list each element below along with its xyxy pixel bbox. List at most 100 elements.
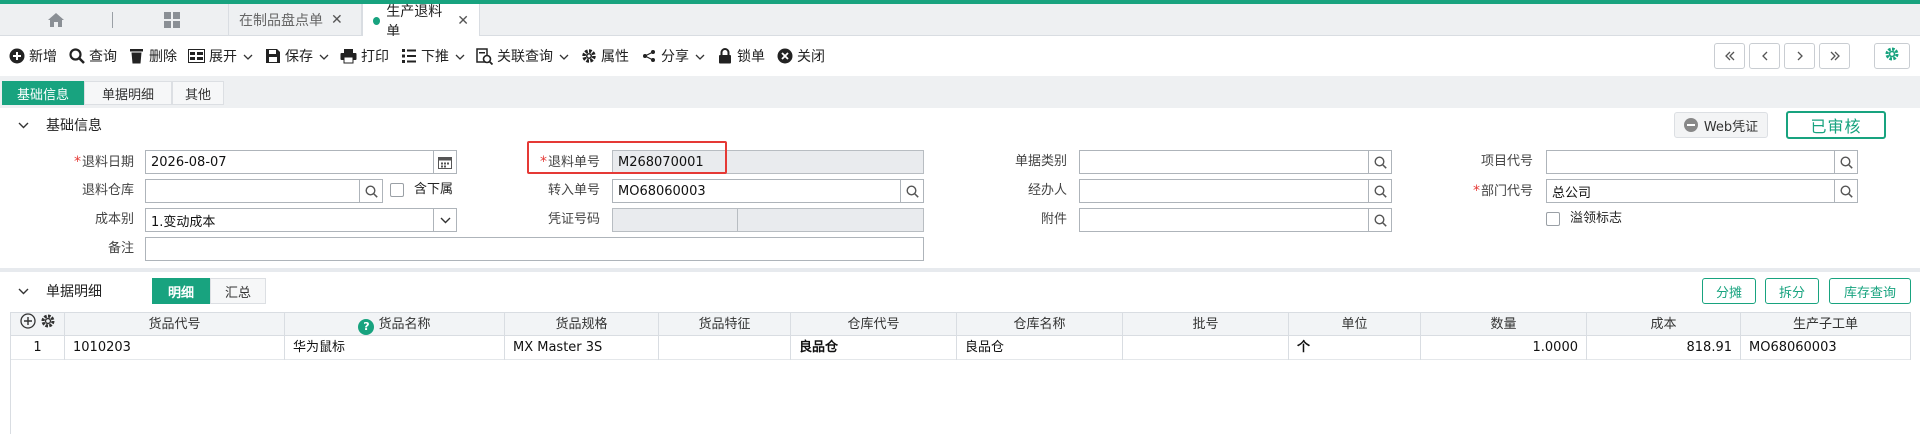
doc-type-input[interactable] <box>1079 150 1392 174</box>
stock-query-button[interactable]: 库存查询 <box>1829 278 1911 304</box>
col-warehouse-code[interactable]: 仓库代号 <box>791 313 957 337</box>
calendar-icon[interactable] <box>433 150 457 174</box>
tab-wip-inventory[interactable]: 在制品盘点单 ✕ <box>228 4 362 36</box>
chevron-down-icon[interactable] <box>433 208 457 232</box>
cell-qty[interactable]: 1.0000 <box>1421 336 1587 360</box>
properties-label: 属性 <box>601 49 629 65</box>
col-cost[interactable]: 成本 <box>1587 313 1741 337</box>
cost-type-select[interactable]: 1.变动成本 <box>145 208 457 232</box>
printer-icon <box>340 48 357 65</box>
dept-code-input[interactable]: 总公司 <box>1546 179 1858 203</box>
close-icon[interactable]: ✕ <box>331 12 343 28</box>
transfer-no-input[interactable]: MO68060003 <box>612 179 924 203</box>
tab-production-return[interactable]: 生产退料单 ✕ <box>362 4 480 40</box>
search-icon[interactable] <box>1368 208 1392 232</box>
split-button[interactable]: 拆分 <box>1765 278 1819 304</box>
form-subtabs: 基础信息 单据明细 其他 <box>0 76 1920 108</box>
search-icon[interactable] <box>900 179 924 203</box>
detail-summary-toggle: 明细 汇总 <box>152 278 266 304</box>
tab-strip-divider <box>112 12 113 28</box>
record-pager <box>1710 43 1850 69</box>
share-button[interactable]: 分享 <box>636 42 712 70</box>
previous-record-button[interactable] <box>1749 43 1780 69</box>
add-row-icon[interactable] <box>19 313 36 337</box>
gear-icon[interactable] <box>40 313 56 337</box>
close-button[interactable]: 关闭 <box>772 42 832 70</box>
print-button[interactable]: 打印 <box>336 42 396 70</box>
col-item-name[interactable]: ? 货品名称 <box>285 313 505 337</box>
col-spec[interactable]: 货品规格 <box>505 313 659 337</box>
handler-input[interactable] <box>1079 179 1392 203</box>
cell-spec[interactable]: MX Master 3S <box>505 336 659 360</box>
overdraw-checkbox[interactable] <box>1546 212 1560 226</box>
cell-batch[interactable] <box>1123 336 1289 360</box>
lock-button[interactable]: 锁单 <box>712 42 772 70</box>
cell-item-code[interactable]: 1010203 <box>65 336 285 360</box>
project-code-input[interactable] <box>1546 150 1858 174</box>
tab-doc-detail[interactable]: 单据明细 <box>84 81 172 105</box>
search-icon[interactable] <box>1834 150 1858 174</box>
remark-input[interactable] <box>145 237 924 261</box>
new-button[interactable]: 新增 <box>4 42 64 70</box>
delete-button[interactable]: 删除 <box>124 42 184 70</box>
return-warehouse-input[interactable] <box>145 179 383 203</box>
cell-sub-order[interactable]: MO68060003 <box>1741 336 1911 360</box>
search-icon[interactable] <box>1368 179 1392 203</box>
detail-section-header[interactable]: 单据明细 <box>0 275 1920 307</box>
cell-item-name[interactable]: 华为鼠标 <box>285 336 505 360</box>
doc-type-label: 单据类别 <box>1014 154 1067 169</box>
summary-toggle-button[interactable]: 汇总 <box>210 278 266 304</box>
dept-code-value: 总公司 <box>1552 185 1592 201</box>
query-button[interactable]: 查询 <box>64 42 124 70</box>
linked-query-button[interactable]: 关联查询 <box>472 42 576 70</box>
status-label: 已审核 <box>1810 117 1862 136</box>
search-icon[interactable] <box>1368 150 1392 174</box>
expand-button[interactable]: 展开 <box>184 42 260 70</box>
col-batch[interactable]: 批号 <box>1123 313 1289 337</box>
voucher-no-input-2[interactable] <box>737 208 924 232</box>
allocate-button[interactable]: 分摊 <box>1702 278 1756 304</box>
first-record-button[interactable] <box>1714 43 1745 69</box>
home-icon[interactable] <box>40 8 72 32</box>
next-record-button[interactable] <box>1784 43 1815 69</box>
col-feature[interactable]: 货品特征 <box>659 313 791 337</box>
voucher-no-input[interactable] <box>612 208 738 232</box>
save-button[interactable]: 保存 <box>260 42 336 70</box>
table-row[interactable]: 1 1010203 华为鼠标 MX Master 3S 良品仓 良品仓 个 1.… <box>11 336 1911 360</box>
grid-header: 货品代号 ? 货品名称 货品规格 货品特征 仓库代号 仓库名称 批号 单位 数量 … <box>11 312 1911 337</box>
app-grid-icon[interactable] <box>156 8 188 32</box>
search-icon[interactable] <box>1834 179 1858 203</box>
cell-cost[interactable]: 818.91 <box>1587 336 1741 360</box>
cell-warehouse-name[interactable]: 良品仓 <box>957 336 1123 360</box>
web-voucher-label: Web凭证 <box>1703 119 1759 135</box>
return-date-input[interactable]: 2026-08-07 <box>145 150 457 174</box>
push-down-button[interactable]: 下推 <box>396 42 472 70</box>
attachment-input[interactable] <box>1079 208 1392 232</box>
transfer-no-value: MO68060003 <box>618 183 706 199</box>
section-title: 单据明细 <box>46 284 102 300</box>
last-record-button[interactable] <box>1819 43 1850 69</box>
search-icon[interactable] <box>359 179 383 203</box>
lock-label: 锁单 <box>737 49 765 65</box>
cell-warehouse-code[interactable]: 良品仓 <box>791 336 957 360</box>
basic-info-section-header[interactable]: 基础信息 <box>0 109 1920 141</box>
col-sub-order[interactable]: 生产子工单 <box>1741 313 1911 337</box>
return-date-value: 2026-08-07 <box>151 154 227 170</box>
col-warehouse-name[interactable]: 仓库名称 <box>957 313 1123 337</box>
cell-feature[interactable] <box>659 336 791 360</box>
cell-unit[interactable]: 个 <box>1289 336 1421 360</box>
col-unit[interactable]: 单位 <box>1289 313 1421 337</box>
detail-toggle-button[interactable]: 明细 <box>152 278 210 304</box>
include-sub-label: 含下属 <box>414 182 454 197</box>
tab-other[interactable]: 其他 <box>172 81 224 105</box>
col-item-code[interactable]: 货品代号 <box>65 313 285 337</box>
chevron-down-icon <box>695 48 705 64</box>
share-icon <box>640 48 657 65</box>
close-icon[interactable]: ✕ <box>457 13 469 29</box>
col-qty[interactable]: 数量 <box>1421 313 1587 337</box>
properties-button[interactable]: 属性 <box>576 42 636 70</box>
web-voucher-button[interactable]: Web凭证 <box>1674 112 1768 138</box>
settings-button[interactable] <box>1874 43 1910 69</box>
tab-basic-info[interactable]: 基础信息 <box>2 81 84 105</box>
include-sub-checkbox[interactable] <box>390 183 404 197</box>
